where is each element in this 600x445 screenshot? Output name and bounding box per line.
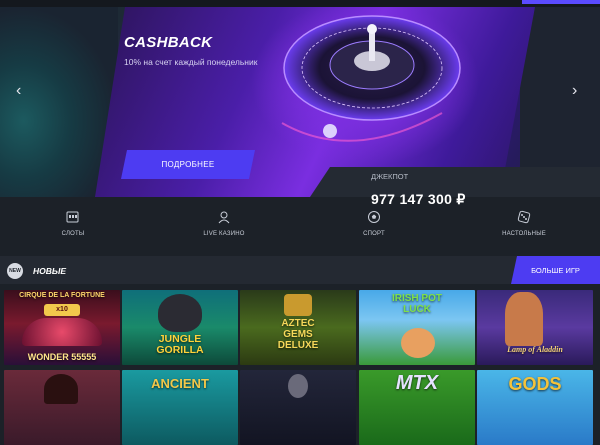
game-tile[interactable]: Lamp of Aladdin bbox=[477, 290, 593, 365]
game-tile[interactable]: GODS bbox=[477, 370, 593, 445]
game-title: GODS bbox=[508, 374, 562, 394]
game-subtitle: WONDER 55555 bbox=[27, 352, 97, 362]
category-table-games[interactable]: НАСТОЛЬНЫЕ bbox=[479, 210, 569, 237]
category-label: НАСТОЛЬНЫЕ bbox=[502, 231, 546, 237]
game-artwork bbox=[22, 318, 102, 346]
multiplier-badge: x10 bbox=[44, 304, 80, 316]
game-title: ANCIENT bbox=[151, 376, 209, 391]
dice-icon bbox=[517, 210, 531, 224]
aztec-mask-artwork bbox=[284, 294, 312, 316]
game-tile[interactable]: ANCIENT bbox=[122, 370, 238, 445]
game-tile[interactable]: MTX bbox=[359, 370, 475, 445]
category-navigation: СЛОТЫ LIVE КАЗИНО СПОРТ НАСТОЛЬНЫЕ bbox=[0, 210, 600, 252]
section-title: НОВЫЕ bbox=[33, 266, 67, 276]
chevron-right-icon[interactable]: › bbox=[572, 82, 577, 100]
new-games-header: NEW НОВЫЕ БОЛЬШЕ ИГР bbox=[0, 256, 600, 284]
category-live-casino[interactable]: LIVE КАЗИНО bbox=[179, 210, 269, 237]
category-slots[interactable]: СЛОТЫ bbox=[28, 210, 118, 237]
game-title: AZTEC GEMS DELUXE bbox=[277, 318, 319, 351]
slot-machine-icon bbox=[66, 211, 79, 223]
gorilla-artwork bbox=[158, 294, 202, 332]
header-accent-bar bbox=[522, 0, 600, 4]
top-navigation-strip bbox=[0, 0, 600, 7]
leprechaun-artwork bbox=[401, 328, 435, 358]
category-label: СПОРТ bbox=[363, 231, 385, 237]
jackpot-label: ДЖЕКПОТ bbox=[371, 172, 409, 181]
game-tile[interactable]: JUNGLE GORILLA bbox=[122, 290, 238, 365]
category-label: СЛОТЫ bbox=[61, 231, 85, 237]
game-tile[interactable]: CIRQUE DE LA FORTUNE x10 WONDER 55555 bbox=[4, 290, 120, 365]
game-tile[interactable] bbox=[240, 370, 356, 445]
new-badge-icon: NEW bbox=[7, 263, 23, 279]
game-title: IRISH POT LUCK bbox=[391, 293, 442, 315]
promo-subtitle: 10% на счет каждый понедельник bbox=[124, 57, 258, 67]
category-sport[interactable]: СПОРТ bbox=[329, 210, 419, 237]
aladdin-artwork bbox=[505, 292, 543, 346]
game-tile[interactable] bbox=[4, 370, 120, 445]
more-games-button[interactable]: БОЛЬШЕ ИГР bbox=[511, 256, 600, 284]
chevron-left-icon[interactable]: ‹ bbox=[16, 82, 21, 100]
jackpot-amount: 977 147 300 ₽ bbox=[371, 191, 466, 207]
soccer-ball-icon bbox=[368, 211, 380, 223]
game-artwork bbox=[288, 374, 308, 398]
game-title: Lamp of Aladdin bbox=[507, 345, 563, 354]
game-title: CIRQUE DE LA FORTUNE bbox=[19, 292, 105, 299]
promo-banner[interactable]: CASHBACK 10% на счет каждый понедельник … bbox=[0, 7, 600, 197]
live-dealer-icon bbox=[218, 211, 230, 224]
promo-title: CASHBACK bbox=[124, 34, 213, 51]
game-tile[interactable]: AZTEC GEMS DELUXE bbox=[240, 290, 356, 365]
more-details-button[interactable]: ПОДРОБНЕЕ bbox=[121, 150, 255, 179]
game-tile[interactable]: IRISH POT LUCK bbox=[359, 290, 475, 365]
game-title: JUNGLE GORILLA bbox=[156, 333, 204, 356]
game-title: MTX bbox=[395, 372, 439, 394]
category-label: LIVE КАЗИНО bbox=[203, 231, 245, 237]
roulette-wheel-illustration bbox=[281, 15, 461, 142]
